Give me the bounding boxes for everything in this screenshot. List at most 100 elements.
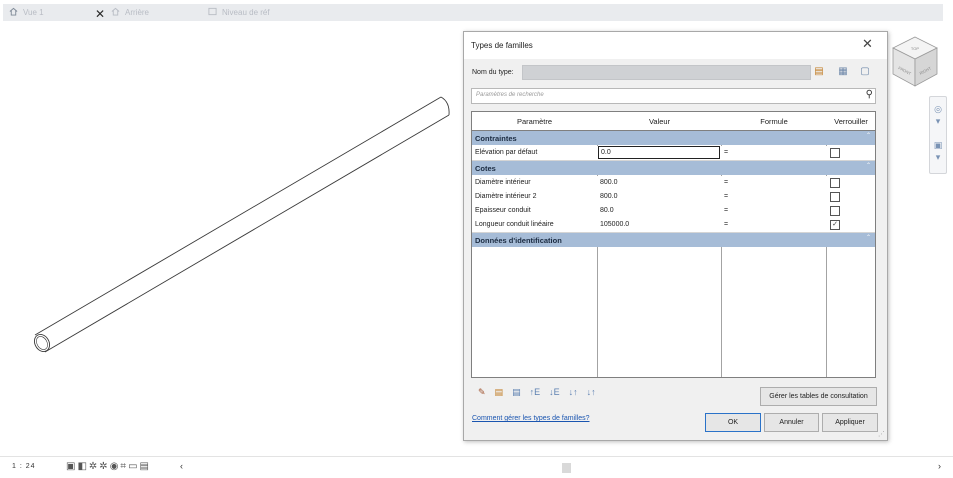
table-row[interactable]: Epaisseur conduit 80.0 = (472, 204, 875, 219)
group-label: Cotes (475, 164, 496, 173)
parameters-grid: Paramètre Valeur Formule Verrouiller Con… (471, 111, 876, 378)
param-value[interactable]: 105000.0 (600, 221, 629, 228)
resize-grip-icon[interactable]: ⋰ (878, 430, 885, 438)
dialog-title: Types de familles (471, 41, 533, 50)
view-control-bar: 1 : 24 ▣ ◧ ✲ ✲ ◉ ⌗ ▭ ▤ ‹ › (0, 456, 953, 478)
grid-header: Paramètre Valeur Formule Verrouiller (472, 112, 875, 131)
param-formula[interactable]: = (724, 207, 728, 214)
param-value[interactable]: 800.0 (600, 179, 618, 186)
manage-lookup-tables-button[interactable]: Gérer les tables de consultation (760, 387, 877, 406)
tab-label: Vue 1 (23, 8, 44, 17)
value-input[interactable]: 0.0 (598, 146, 720, 159)
house-icon (111, 7, 120, 18)
shadows-icon[interactable]: ✲ (99, 461, 107, 472)
sort-descending-icon[interactable]: ↓↑ (587, 387, 596, 398)
rename-type-icon[interactable]: ▦ (836, 65, 850, 79)
table-row[interactable]: Diamètre intérieur 800.0 = (472, 176, 875, 191)
group-label: Données d'identification (475, 236, 562, 245)
move-down-icon[interactable]: ↓E (549, 387, 560, 398)
param-value: 0.0 (601, 149, 611, 156)
column-header-parametre[interactable]: Paramètre (472, 117, 597, 126)
sun-path-icon[interactable]: ✲ (89, 461, 97, 472)
tab-arriere[interactable]: Arrière (111, 4, 149, 21)
lock-checkbox[interactable] (830, 148, 840, 158)
param-value[interactable]: 80.0 (600, 207, 614, 214)
crop-view-icon[interactable]: ⌗ (120, 461, 126, 472)
table-row[interactable]: Elévation par défaut 0.0 = (472, 146, 875, 161)
help-link[interactable]: Comment gérer les types de familles? (472, 415, 590, 422)
collapse-icon[interactable]: ⌃ (866, 132, 871, 139)
temporary-hide-icon[interactable]: ▤ (140, 461, 149, 472)
viewcube-top-label: TOP (911, 46, 919, 51)
param-name: Diamètre intérieur 2 (475, 193, 537, 200)
sheet-icon (208, 7, 217, 18)
param-formula[interactable]: = (724, 193, 728, 200)
tab-label: Arrière (125, 8, 150, 17)
param-value[interactable]: 800.0 (600, 193, 618, 200)
search-icon[interactable]: ⚲ (866, 89, 873, 100)
param-name: Longueur conduit linéaire (475, 221, 554, 228)
type-name-label: Nom du type: (472, 69, 514, 76)
param-formula[interactable]: = (724, 149, 728, 156)
param-name: Epaisseur conduit (475, 207, 531, 214)
close-tab-icon[interactable]: ✕ (95, 8, 105, 20)
lock-checkbox[interactable] (830, 206, 840, 216)
param-name: Diamètre intérieur (475, 179, 531, 186)
show-crop-icon[interactable]: ▭ (128, 461, 137, 472)
lock-checkbox[interactable] (830, 192, 840, 202)
column-header-valeur[interactable]: Valeur (598, 117, 721, 126)
edit-pencil-icon[interactable]: ✎ (478, 387, 486, 398)
steering-wheel-icon[interactable]: ◎ (930, 103, 946, 115)
group-label: Contraintes (475, 134, 517, 143)
scroll-left-icon[interactable]: ‹ (180, 461, 183, 471)
collapse-icon[interactable]: ⌃ (866, 162, 871, 169)
param-name: Elévation par défaut (475, 149, 538, 156)
horizontal-scrollbar-thumb[interactable] (562, 463, 571, 473)
house-icon (9, 7, 18, 18)
group-header-identification[interactable]: Données d'identification ⌃ (472, 233, 875, 247)
column-header-verrouiller[interactable]: Verrouiller (827, 117, 875, 126)
chevron-down-icon[interactable]: ▾ (930, 151, 946, 163)
tab-label: Niveau de réf (222, 8, 270, 17)
cancel-button[interactable]: Annuler (764, 413, 819, 432)
search-placeholder: Paramètres de recherche (476, 92, 544, 98)
group-header-cotes[interactable]: Cotes ⌃ (472, 161, 875, 175)
tab-vue-1[interactable]: Vue 1 (9, 4, 44, 21)
apply-button[interactable]: Appliquer (822, 413, 878, 432)
view-tab-strip: Vue 1 ✕ Arrière Niveau de réf (3, 4, 943, 21)
type-name-select[interactable] (522, 65, 811, 80)
visual-style-icon[interactable]: ◧ (77, 461, 86, 472)
move-up-icon[interactable]: ↑E (530, 387, 541, 398)
chevron-down-icon[interactable]: ▾ (930, 115, 946, 127)
detail-level-icon[interactable]: ▣ (66, 461, 75, 472)
view-control-icons: ▣ ◧ ✲ ✲ ◉ ⌗ ▭ ▤ (66, 461, 149, 472)
search-parameters-input[interactable]: Paramètres de recherche ⚲ (471, 88, 876, 104)
dialog-titlebar: Types de familles ✕ (464, 32, 887, 59)
close-icon[interactable]: ✕ (862, 37, 873, 50)
delete-type-icon[interactable]: ▢ (858, 65, 872, 79)
view-cube[interactable]: TOP FRONT RIGHT (889, 34, 941, 90)
param-formula[interactable]: = (724, 179, 728, 186)
view-tab-bar: Vue 1 ✕ Arrière Niveau de réf (0, 0, 953, 26)
view-scale[interactable]: 1 : 24 (12, 463, 36, 470)
table-row[interactable]: Longueur conduit linéaire 105000.0 = ✓ (472, 218, 875, 233)
tab-niveau-de-ref[interactable]: Niveau de réf (208, 4, 270, 21)
lock-checkbox[interactable] (830, 178, 840, 188)
grid-toolbar: ✎ ▤ ▤ ↑E ↓E ↓↑ ↓↑ (478, 387, 596, 398)
family-types-dialog: Types de familles ✕ Nom du type: ▤ ▦ ▢ P… (463, 31, 888, 441)
ok-button[interactable]: OK (705, 413, 761, 432)
sort-ascending-icon[interactable]: ↓↑ (569, 387, 578, 398)
group-header-contraintes[interactable]: Contraintes ⌃ (472, 131, 875, 145)
new-parameter-icon[interactable]: ▤ (495, 387, 504, 398)
lock-checkbox-checked[interactable]: ✓ (830, 220, 840, 230)
collapse-icon[interactable]: ⌃ (866, 234, 871, 241)
scroll-right-icon[interactable]: › (938, 461, 941, 471)
table-row[interactable]: Diamètre intérieur 2 800.0 = (472, 190, 875, 205)
render-icon[interactable]: ◉ (110, 461, 119, 472)
column-header-formule[interactable]: Formule (722, 117, 826, 126)
navigation-bar: ◎ ▾ ▣ ▾ (929, 96, 947, 174)
zoom-icon[interactable]: ▣ (930, 139, 946, 151)
modify-parameter-icon[interactable]: ▤ (512, 387, 521, 398)
param-formula[interactable]: = (724, 221, 728, 228)
new-type-icon[interactable]: ▤ (812, 65, 826, 79)
